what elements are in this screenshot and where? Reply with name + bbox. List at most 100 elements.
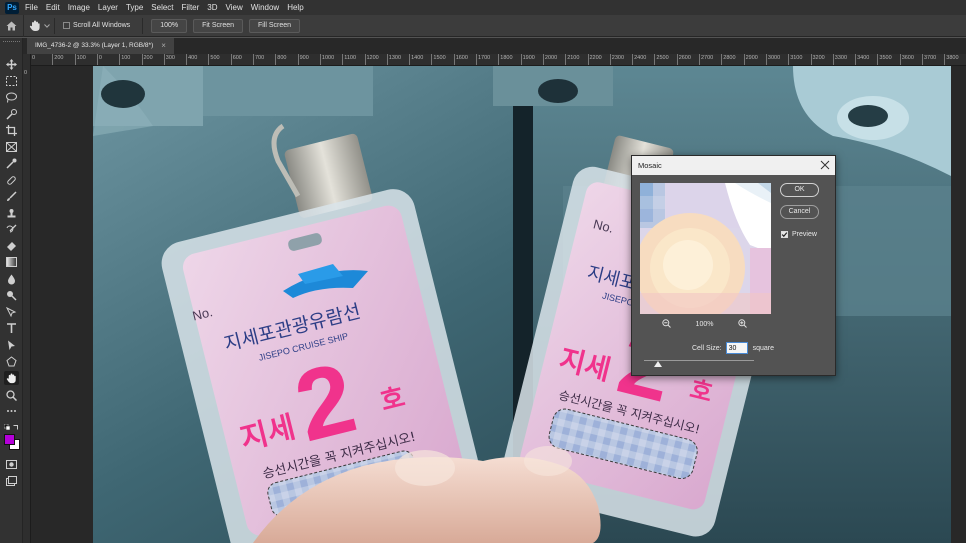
ruler-tick-label: 1600 xyxy=(453,54,468,65)
ruler-tick-label: 3600 xyxy=(899,54,914,65)
custom-shape-tool-icon[interactable] xyxy=(4,354,19,368)
menu-select[interactable]: Select xyxy=(151,0,173,15)
zoom-out-icon[interactable] xyxy=(662,318,671,330)
ruler-tick-label: 3500 xyxy=(877,54,892,65)
options-bar: Scroll All Windows 100% Fit Screen Fill … xyxy=(0,14,966,37)
document-tab-bar: IMG_4736-2 @ 33.3% (Layer 1, RGB/8*) × xyxy=(23,38,966,54)
lasso-tool-icon[interactable] xyxy=(4,90,19,104)
ruler-tick-label: 900 xyxy=(297,54,309,65)
ruler-tick-label: 2200 xyxy=(587,54,602,65)
eraser-tool-icon[interactable] xyxy=(4,239,19,253)
ruler-tick-label: 2100 xyxy=(565,54,579,65)
clone-stamp-tool-icon[interactable] xyxy=(4,206,19,220)
ruler-tick-label: 100 xyxy=(74,54,86,65)
gradient-tool-icon[interactable] xyxy=(4,255,19,269)
preview-checkbox[interactable]: Preview xyxy=(781,231,817,238)
menu-filter[interactable]: Filter xyxy=(182,0,200,15)
menu-help[interactable]: Help xyxy=(287,0,303,15)
menu-3d[interactable]: 3D xyxy=(207,0,217,15)
close-icon[interactable] xyxy=(820,160,830,170)
ruler-tick-label: 2800 xyxy=(721,54,736,65)
swap-colors-icon[interactable] xyxy=(13,423,19,430)
ruler-tick-label: 300 xyxy=(163,54,175,65)
zoom-100-button[interactable]: 100% xyxy=(151,18,188,33)
fit-screen-button[interactable]: Fit Screen xyxy=(193,18,243,33)
eyedropper-tool-icon[interactable] xyxy=(4,156,19,170)
scroll-all-windows-label: Scroll All Windows xyxy=(73,22,131,29)
close-tab-icon[interactable]: × xyxy=(161,38,166,54)
ruler-tick-label: 500 xyxy=(208,54,220,65)
cell-size-label: Cell Size: xyxy=(692,344,722,352)
home-icon[interactable] xyxy=(0,14,24,37)
ruler-tick-label: 200 xyxy=(141,54,153,65)
screen-mode-icon[interactable] xyxy=(4,474,19,488)
quick-selection-tool-icon[interactable] xyxy=(4,107,19,121)
quick-mask-icon[interactable] xyxy=(4,457,19,471)
mosaic-dialog-title[interactable]: Mosaic xyxy=(632,156,835,175)
more-tools-icon[interactable] xyxy=(4,404,19,418)
scroll-all-windows-checkbox[interactable]: Scroll All Windows xyxy=(63,22,130,29)
default-colors-icon[interactable] xyxy=(3,423,11,431)
zoom-in-icon[interactable] xyxy=(738,318,747,330)
mosaic-dialog: Mosaic OK Cancel Preview 100% Cell Size:… xyxy=(631,155,836,376)
document-tab-title: IMG_4736-2 @ 33.3% (Layer 1, RGB/8*) xyxy=(35,42,154,49)
crop-tool-icon[interactable] xyxy=(4,123,19,137)
menu-window[interactable]: Window xyxy=(251,0,279,15)
menu-image[interactable]: Image xyxy=(68,0,90,15)
menu-type[interactable]: Type xyxy=(126,0,143,15)
photoshop-logo: Ps xyxy=(5,1,19,14)
preview-zoom-controls: 100% xyxy=(662,318,747,330)
marquee-tool-icon[interactable] xyxy=(4,74,19,88)
menu-view[interactable]: View xyxy=(226,0,243,15)
hand-tool-preset-icon[interactable] xyxy=(24,15,54,37)
frame-tool-icon[interactable] xyxy=(4,140,19,154)
ruler-tick-label: 3400 xyxy=(855,54,869,65)
ruler-tick-label: 3100 xyxy=(788,54,802,65)
cell-size-slider-thumb[interactable] xyxy=(654,361,662,367)
ruler-tick-label: 3000 xyxy=(765,54,780,65)
menu-bar: Ps File Edit Image Layer Type Select Fil… xyxy=(0,0,966,15)
dodge-tool-icon[interactable] xyxy=(4,288,19,302)
zoom-tool-icon[interactable] xyxy=(4,388,19,402)
ruler-tick-label: 1700 xyxy=(476,54,490,65)
preview-checkbox-box[interactable] xyxy=(781,231,788,238)
vertical-ruler[interactable]: 0 xyxy=(23,54,31,543)
preview-label: Preview xyxy=(792,231,817,238)
horizontal-ruler[interactable]: 0 200 100 0 100 200 300 400 500 600 700 800 900 1000 1… xyxy=(30,54,966,66)
move-tool-icon[interactable] xyxy=(4,57,19,71)
cell-size-row: Cell Size: square xyxy=(692,342,774,354)
brush-tool-icon[interactable] xyxy=(4,189,19,203)
hand-tool-icon[interactable] xyxy=(4,371,19,385)
mosaic-preview[interactable] xyxy=(640,183,771,314)
document-tab[interactable]: IMG_4736-2 @ 33.3% (Layer 1, RGB/8*) × xyxy=(27,38,174,54)
healing-brush-tool-icon[interactable] xyxy=(4,173,19,187)
ruler-tick-label: 400 xyxy=(186,54,197,65)
ruler-tick-label: 2300 xyxy=(609,54,624,65)
path-selection-tool-icon[interactable] xyxy=(4,338,19,352)
cell-size-unit: square xyxy=(752,344,774,352)
cancel-button[interactable]: Cancel xyxy=(780,205,819,219)
menu-layer[interactable]: Layer xyxy=(98,0,118,15)
ruler-tick-label: 2600 xyxy=(676,54,691,65)
history-brush-tool-icon[interactable] xyxy=(4,222,19,236)
ok-button[interactable]: OK xyxy=(780,183,819,197)
ruler-tick-label: 3800 xyxy=(944,54,959,65)
ruler-tick-label: 1400 xyxy=(409,54,423,65)
ruler-tick-label: 1200 xyxy=(364,54,379,65)
checkmark-icon xyxy=(781,232,788,238)
foreground-color-swatch[interactable] xyxy=(4,434,15,445)
fill-screen-button[interactable]: Fill Screen xyxy=(249,18,301,33)
type-tool-icon[interactable] xyxy=(4,321,19,335)
checkbox-box[interactable] xyxy=(63,22,70,29)
menu-file[interactable]: File xyxy=(25,0,38,15)
ruler-tick-label: 100 xyxy=(119,54,130,65)
ruler-tick-label: 2000 xyxy=(542,54,557,65)
ruler-tick-label: 700 xyxy=(253,54,264,65)
ruler-tick-label: 1500 xyxy=(431,54,446,65)
blur-tool-icon[interactable] xyxy=(4,272,19,286)
pen-tool-icon[interactable] xyxy=(4,305,19,319)
toolbar-grip[interactable] xyxy=(3,41,20,43)
ruler-tick-label: 3700 xyxy=(922,54,936,65)
menu-edit[interactable]: Edit xyxy=(46,0,60,15)
cell-size-input[interactable] xyxy=(725,342,748,354)
